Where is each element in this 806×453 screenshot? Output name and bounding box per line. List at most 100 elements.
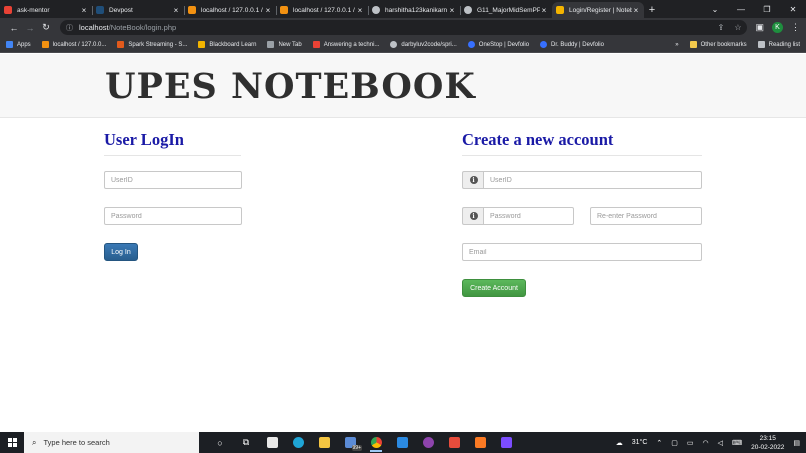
login-userid-input[interactable] bbox=[104, 171, 242, 189]
info-icon: i bbox=[469, 212, 478, 220]
clock[interactable]: 23:15 20-02-2022 bbox=[751, 434, 784, 452]
bookmark-item[interactable]: New Tab bbox=[267, 41, 302, 48]
extensions-icon[interactable]: ▣ bbox=[755, 22, 764, 33]
windows-taskbar: ⌕ Type here to search ○ ⧉ 99+ ☁ 31°C ⌃ ▢… bbox=[0, 432, 806, 453]
create-account-button[interactable]: Create Account bbox=[462, 279, 526, 297]
bookmark-apps[interactable]: Apps bbox=[6, 41, 31, 48]
bookmark-favicon-icon bbox=[267, 41, 275, 48]
address-bar[interactable]: ⓘ localhost/NoteBook/login.php ⇪ ☆ bbox=[60, 20, 748, 35]
chevron-up-icon[interactable]: ⌃ bbox=[656, 439, 662, 447]
reload-icon[interactable]: ↻ bbox=[38, 22, 54, 33]
edge-icon[interactable] bbox=[285, 432, 311, 453]
bookmark-item[interactable]: localhost / 127.0.0... bbox=[41, 41, 107, 48]
tab-favicon-icon bbox=[96, 6, 104, 14]
bookmarks-bar: Apps localhost / 127.0.0... Spark Stream… bbox=[0, 37, 806, 53]
close-icon[interactable]: × bbox=[540, 6, 548, 15]
office-icon[interactable] bbox=[441, 432, 467, 453]
profile-avatar[interactable]: K bbox=[772, 22, 783, 33]
meet-now-icon[interactable]: ▢ bbox=[671, 439, 678, 447]
tab-favicon-icon bbox=[280, 6, 288, 14]
volume-icon[interactable]: ◁ bbox=[718, 439, 723, 447]
login-password-input[interactable] bbox=[104, 207, 242, 225]
browser-tab[interactable]: G11_MajorMidSemPPT × bbox=[460, 2, 552, 18]
file-explorer-icon[interactable] bbox=[311, 432, 337, 453]
menu-icon[interactable]: ⋮ bbox=[791, 22, 800, 33]
other-bookmarks[interactable]: Other bookmarks bbox=[689, 41, 747, 48]
bookmark-favicon-icon bbox=[540, 41, 548, 48]
bookmark-item[interactable]: Dr. Buddy | Devfolio bbox=[540, 41, 604, 48]
minimize-icon[interactable]: — bbox=[728, 0, 754, 18]
chrome-icon[interactable] bbox=[363, 432, 389, 453]
reading-list[interactable]: Reading list bbox=[757, 41, 800, 48]
register-password-input[interactable] bbox=[483, 207, 574, 225]
bookmark-label: Dr. Buddy | Devfolio bbox=[551, 41, 604, 48]
bookmark-favicon-icon bbox=[312, 41, 320, 48]
star-icon[interactable]: ☆ bbox=[734, 23, 741, 32]
close-icon[interactable]: × bbox=[264, 6, 272, 15]
xampp-icon[interactable] bbox=[467, 432, 493, 453]
vscode-icon[interactable] bbox=[389, 432, 415, 453]
register-email-input[interactable] bbox=[462, 243, 702, 261]
cortana-icon[interactable]: ○ bbox=[207, 432, 233, 453]
browser-tab[interactable]: localhost / 127.0.0.1 /× bbox=[184, 2, 276, 18]
close-icon[interactable]: × bbox=[632, 6, 640, 15]
weather-icon[interactable]: ☁ bbox=[616, 439, 623, 447]
browser-tab[interactable]: ask-mentor × bbox=[0, 2, 92, 18]
close-icon[interactable]: × bbox=[172, 6, 180, 15]
login-button[interactable]: Log In bbox=[104, 243, 138, 261]
temperature[interactable]: 31°C bbox=[632, 439, 648, 446]
window-close-icon[interactable]: ✕ bbox=[780, 0, 806, 18]
bookmark-label: localhost / 127.0.0... bbox=[52, 41, 107, 48]
url-path: /NoteBook/login.php bbox=[108, 23, 177, 32]
tab-label: ask-mentor bbox=[17, 6, 50, 14]
password-addon: i bbox=[462, 207, 484, 225]
battery-icon[interactable]: ▭ bbox=[687, 439, 694, 447]
register-reenter-password-input[interactable] bbox=[590, 207, 702, 225]
keyboard-icon[interactable]: ⌨ bbox=[732, 439, 742, 447]
register-title: Create a new account bbox=[462, 130, 702, 156]
bookmark-item[interactable]: Answering a techni... bbox=[312, 41, 379, 48]
notification-badge: 99+ bbox=[351, 445, 362, 451]
notifications-icon[interactable]: ▤ bbox=[793, 439, 800, 447]
back-icon[interactable]: ← bbox=[6, 23, 22, 33]
browser-tab[interactable]: Devpost × bbox=[92, 2, 184, 18]
bookmark-label: Other bookmarks bbox=[700, 41, 747, 48]
bookmark-label: OneStop | Devfolio bbox=[478, 41, 530, 48]
register-userid-input[interactable] bbox=[483, 171, 702, 189]
forward-icon[interactable]: → bbox=[22, 23, 38, 33]
login-title: User LogIn bbox=[104, 130, 241, 156]
tab-label: Devpost bbox=[109, 6, 133, 14]
mail-icon[interactable]: 99+ bbox=[337, 432, 363, 453]
bookmark-favicon-icon bbox=[41, 41, 49, 48]
bookmark-item[interactable]: darbyluv2code/spri... bbox=[390, 41, 457, 48]
bookmark-item[interactable]: Blackboard Learn bbox=[198, 41, 256, 48]
bookmark-item[interactable]: Spark Streaming - S... bbox=[117, 41, 187, 48]
browser-tab[interactable]: localhost / 127.0.0.1 /× bbox=[276, 2, 368, 18]
maximize-icon[interactable]: ❐ bbox=[754, 0, 780, 18]
share-icon[interactable]: ⇪ bbox=[718, 23, 725, 32]
start-button[interactable] bbox=[0, 432, 24, 453]
task-view-icon[interactable]: ⧉ bbox=[233, 432, 259, 453]
new-tab-button[interactable]: + bbox=[644, 2, 660, 18]
close-icon[interactable]: × bbox=[80, 6, 88, 15]
tab-favicon-icon bbox=[188, 6, 196, 14]
close-icon[interactable]: × bbox=[448, 6, 456, 15]
bookmarks-overflow-button[interactable]: » bbox=[675, 42, 678, 48]
github-desktop-icon[interactable] bbox=[415, 432, 441, 453]
apps-grid-icon bbox=[6, 41, 13, 48]
url-host: localhost bbox=[79, 23, 109, 32]
browser-tab-active[interactable]: Login/Register | Notebook× bbox=[552, 2, 644, 18]
browser-tab-strip: ask-mentor × Devpost × localhost / 127.0.0… bbox=[0, 0, 806, 18]
teams-icon[interactable] bbox=[493, 432, 519, 453]
wifi-icon[interactable]: ◠ bbox=[703, 439, 709, 447]
tab-label: localhost / 127.0.0.1 / bbox=[201, 6, 263, 14]
close-icon[interactable]: × bbox=[356, 6, 364, 15]
bookmark-item[interactable]: OneStop | Devfolio bbox=[467, 41, 530, 48]
taskbar-search[interactable]: ⌕ Type here to search bbox=[24, 432, 199, 453]
store-icon[interactable] bbox=[259, 432, 285, 453]
browser-tab[interactable]: harshitha123kanikarn × bbox=[368, 2, 460, 18]
bookmark-favicon-icon bbox=[198, 41, 206, 48]
tab-search-icon[interactable]: ⌄ bbox=[702, 0, 728, 18]
site-info-icon[interactable]: ⓘ bbox=[66, 23, 73, 33]
tab-label: harshitha123kanikarn bbox=[385, 6, 448, 14]
